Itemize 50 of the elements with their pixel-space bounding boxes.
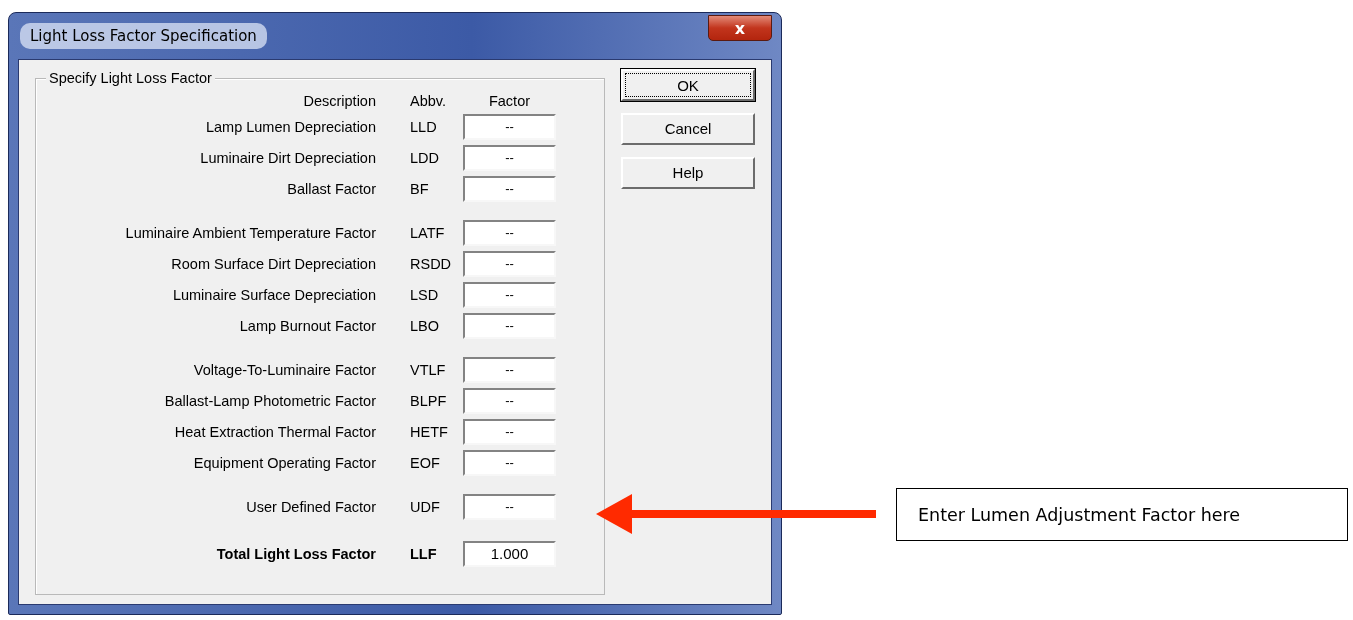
input-field[interactable]: --: [463, 494, 556, 520]
group-title: Specify Light Loss Factor: [46, 70, 215, 86]
total-label: Total Light Loss Factor: [215, 546, 376, 562]
abbreviation: HETF: [409, 424, 449, 440]
input-field[interactable]: --: [463, 114, 556, 140]
abbreviation: LLF: [409, 546, 438, 562]
abbreviation: LLD: [409, 119, 438, 135]
input-field[interactable]: --: [463, 419, 556, 445]
dialog-button[interactable]: Cancel: [621, 113, 755, 145]
column-header: Abbv.: [409, 93, 447, 109]
window-title: Light Loss Factor Specification: [20, 23, 267, 49]
dialog-button[interactable]: Help: [621, 157, 755, 189]
input-field[interactable]: --: [463, 388, 556, 414]
dialog-button[interactable]: OK: [621, 69, 755, 101]
abbreviation: LSD: [409, 287, 440, 303]
factor-label: Ballast Factor: [286, 181, 376, 197]
factor-label: Room Surface Dirt Depreciation: [170, 256, 376, 272]
abbreviation: VTLF: [409, 362, 447, 378]
factor-label: User Defined Factor: [245, 499, 376, 515]
input-field[interactable]: --: [463, 145, 556, 171]
abbreviation: BF: [409, 181, 430, 197]
abbreviation: EOF: [409, 455, 441, 471]
abbreviation: LBO: [409, 318, 440, 334]
column-header: Description: [302, 93, 376, 109]
input-field[interactable]: --: [463, 313, 556, 339]
column-header: Factor: [487, 93, 532, 109]
input-field[interactable]: --: [463, 220, 556, 246]
factor-label: Luminaire Surface Depreciation: [171, 287, 376, 303]
input-field[interactable]: --: [463, 176, 556, 202]
factor-label: Ballast-Lamp Photometric Factor: [163, 393, 376, 409]
factor-label: Heat Extraction Thermal Factor: [173, 424, 376, 440]
input-field[interactable]: --: [463, 357, 556, 383]
arrow-icon: [596, 494, 876, 534]
factor-label: Lamp Lumen Depreciation: [204, 119, 376, 135]
total-field: 1.000: [463, 541, 556, 567]
abbreviation: BLPF: [409, 393, 448, 409]
abbreviation: LDD: [409, 150, 440, 166]
abbreviation: LATF: [409, 225, 446, 241]
factor-label: Lamp Burnout Factor: [238, 318, 376, 334]
abbreviation: RSDD: [409, 256, 453, 272]
callout-text: Enter Lumen Adjustment Factor here: [896, 488, 1348, 541]
abbreviation: UDF: [409, 499, 441, 515]
input-field[interactable]: --: [463, 450, 556, 476]
factor-label: Voltage-To-Luminaire Factor: [192, 362, 376, 378]
input-field[interactable]: --: [463, 282, 556, 308]
factor-label: Equipment Operating Factor: [192, 455, 376, 471]
factor-label: Luminaire Dirt Depreciation: [199, 150, 376, 166]
close-button[interactable]: x: [708, 15, 772, 41]
input-field[interactable]: --: [463, 251, 556, 277]
factor-label: Luminaire Ambient Temperature Factor: [124, 225, 376, 241]
